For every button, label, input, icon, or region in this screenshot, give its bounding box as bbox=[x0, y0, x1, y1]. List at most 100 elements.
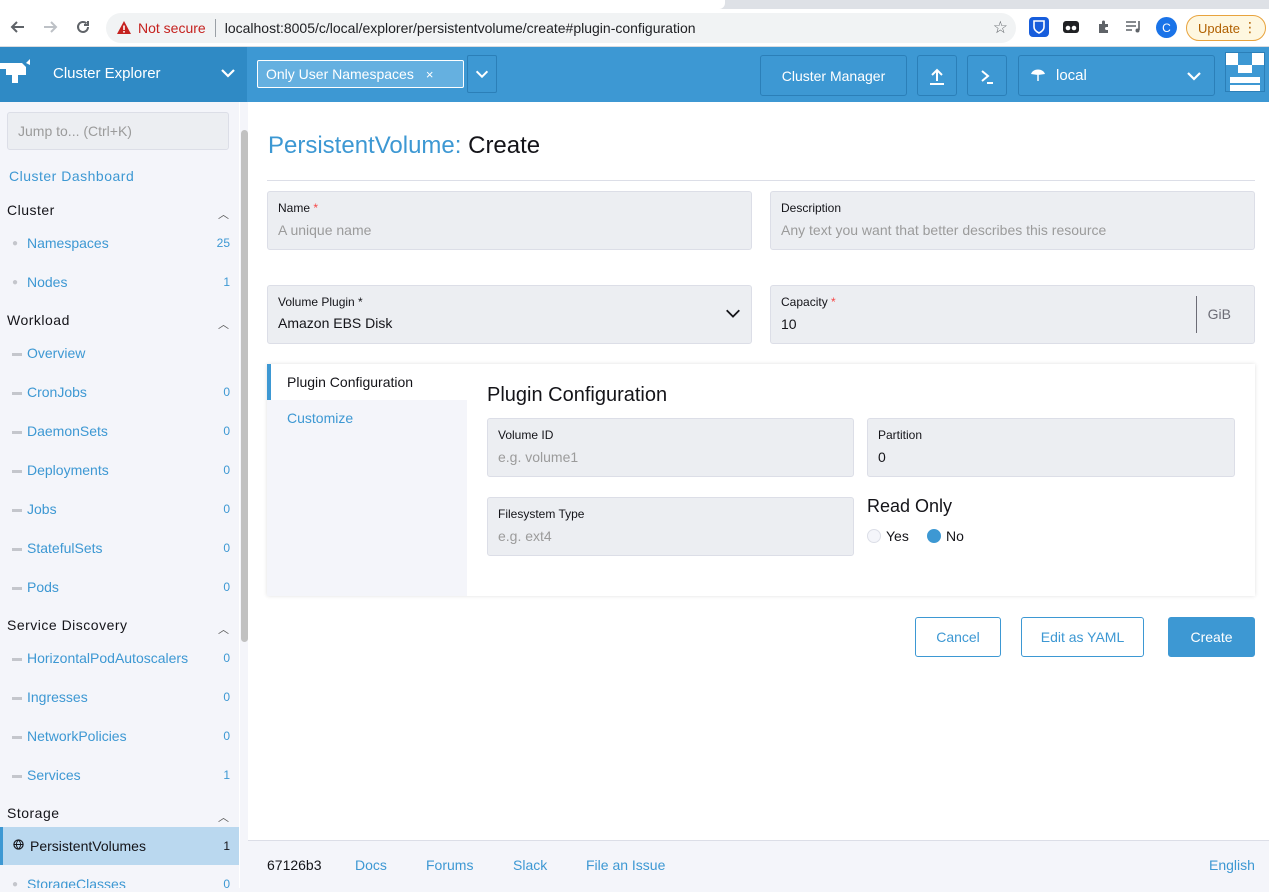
read-only-yes-radio[interactable]: Yes bbox=[867, 528, 909, 544]
sidebar-item-networkpolicies[interactable]: ▬ NetworkPolicies 0 bbox=[0, 724, 239, 748]
glasses-extension-icon[interactable] bbox=[1061, 17, 1081, 37]
folder-icon: ▬ bbox=[12, 581, 22, 593]
sidebar-item-overview[interactable]: ▬ Overview bbox=[0, 341, 239, 365]
page-title-resource-type[interactable]: PersistentVolume: bbox=[268, 132, 461, 159]
sidebar-item-cluster-dashboard[interactable]: Cluster Dashboard bbox=[9, 168, 134, 184]
create-button[interactable]: Create bbox=[1168, 617, 1255, 657]
sidebar-item-statefulsets[interactable]: ▬ StatefulSets 0 bbox=[0, 536, 239, 560]
forward-icon[interactable] bbox=[38, 15, 62, 39]
chevron-down-icon bbox=[475, 70, 489, 79]
sidebar-item-nodes[interactable]: ● Nodes 1 bbox=[0, 270, 239, 294]
sidebar-item-namespaces[interactable]: ● Namespaces 25 bbox=[0, 231, 239, 255]
product-switcher[interactable]: Cluster Explorer bbox=[0, 47, 247, 102]
folder-icon: ▬ bbox=[12, 691, 22, 703]
scrollbar-thumb[interactable] bbox=[241, 130, 248, 642]
tab-plugin-configuration[interactable]: Plugin Configuration bbox=[267, 364, 467, 400]
terminal-icon bbox=[981, 69, 993, 84]
sidebar-item-pods[interactable]: ▬ Pods 0 bbox=[0, 575, 239, 599]
main-content: PersistentVolume: Create Name * A unique… bbox=[248, 102, 1269, 840]
reload-icon[interactable] bbox=[71, 15, 95, 39]
sidebar-item-daemonsets[interactable]: ▬ DaemonSets 0 bbox=[0, 419, 239, 443]
address-bar[interactable]: Not secure localhost:8005/c/local/explor… bbox=[106, 13, 1016, 43]
browser-active-tab[interactable] bbox=[0, 0, 725, 9]
slack-link[interactable]: Slack bbox=[513, 857, 547, 873]
namespace-dropdown-button[interactable] bbox=[467, 55, 497, 93]
chevron-up-icon[interactable]: ︿ bbox=[218, 621, 229, 637]
folder-icon: ▬ bbox=[12, 542, 22, 554]
read-only-no-radio[interactable]: No bbox=[927, 528, 964, 544]
field-label-text: Name bbox=[278, 201, 311, 215]
sidebar-item-horizontalpodautoscalers[interactable]: ▬ HorizontalPodAutoscalers 0 bbox=[0, 646, 239, 670]
tab-list: Plugin Configuration Customize bbox=[267, 364, 467, 596]
capacity-unit: GiB bbox=[1207, 306, 1231, 322]
identicon-icon bbox=[1226, 53, 1264, 91]
sidebar-item-label: StatefulSets bbox=[27, 540, 103, 556]
sidebar-item-persistentvolumes[interactable]: PersistentVolumes 1 bbox=[0, 827, 239, 865]
nav-group-service-discovery[interactable]: Service Discovery bbox=[7, 617, 128, 633]
sidebar-item-deployments[interactable]: ▬ Deployments 0 bbox=[0, 458, 239, 482]
footer: 67126b3 Docs Forums Slack File an Issue … bbox=[248, 840, 1269, 888]
folder-icon: ▬ bbox=[12, 730, 22, 742]
browser-update-button[interactable]: Update ⋮ bbox=[1186, 15, 1266, 41]
chevron-down-icon bbox=[1187, 72, 1201, 81]
nav-group-storage[interactable]: Storage bbox=[7, 805, 60, 821]
sidebar-scrollbar[interactable] bbox=[240, 102, 248, 892]
bookmark-star-icon[interactable]: ☆ bbox=[993, 18, 1008, 38]
forums-link[interactable]: Forums bbox=[426, 857, 473, 873]
nav-group-cluster[interactable]: Cluster bbox=[7, 202, 55, 218]
user-avatar[interactable] bbox=[1225, 52, 1265, 92]
sidebar-item-count: 0 bbox=[223, 541, 230, 555]
volume-id-field[interactable]: Volume ID e.g. volume1 bbox=[487, 418, 854, 477]
sidebar-item-label: HorizontalPodAutoscalers bbox=[27, 650, 189, 666]
cluster-selector[interactable]: local bbox=[1018, 55, 1215, 96]
volume-id-placeholder[interactable]: e.g. volume1 bbox=[498, 449, 578, 465]
capacity-field[interactable]: Capacity * 10 GiB bbox=[770, 285, 1255, 344]
import-yaml-button[interactable] bbox=[917, 55, 957, 96]
sidebar-item-jobs[interactable]: ▬ Jobs 0 bbox=[0, 497, 239, 521]
file-an-issue-link[interactable]: File an Issue bbox=[586, 857, 665, 873]
sidebar-item-services[interactable]: ▬ Services 1 bbox=[0, 763, 239, 787]
name-input-placeholder[interactable]: A unique name bbox=[278, 222, 371, 238]
namespace-remove-icon[interactable]: × bbox=[426, 67, 434, 82]
description-input-placeholder[interactable]: Any text you want that better describes … bbox=[781, 222, 1106, 238]
cancel-button[interactable]: Cancel bbox=[915, 617, 1001, 657]
language-selector[interactable]: English bbox=[1209, 857, 1255, 873]
not-secure-label[interactable]: Not secure bbox=[138, 20, 206, 36]
sidebar-item-cronjobs[interactable]: ▬ CronJobs 0 bbox=[0, 380, 239, 404]
tab-customize[interactable]: Customize bbox=[267, 400, 467, 436]
chevron-up-icon[interactable]: ︿ bbox=[218, 809, 229, 825]
partition-field[interactable]: Partition 0 bbox=[867, 418, 1235, 477]
url-text[interactable]: localhost:8005/c/local/explorer/persiste… bbox=[225, 20, 696, 36]
app-header: Cluster Explorer Only User Namespaces × … bbox=[0, 47, 1269, 102]
cluster-manager-button[interactable]: Cluster Manager bbox=[760, 55, 907, 96]
folder-icon: ▬ bbox=[12, 386, 22, 398]
extensions-puzzle-icon[interactable] bbox=[1094, 17, 1114, 37]
tabbed-config-panel: Plugin Configuration Customize Plugin Co… bbox=[267, 364, 1255, 596]
edit-as-yaml-button[interactable]: Edit as YAML bbox=[1021, 617, 1144, 657]
chevron-up-icon[interactable]: ︿ bbox=[218, 316, 229, 332]
back-icon[interactable] bbox=[6, 15, 30, 39]
sidebar-item-count: 25 bbox=[216, 236, 230, 250]
partition-input-value[interactable]: 0 bbox=[878, 449, 886, 465]
description-field[interactable]: Description Any text you want that bette… bbox=[770, 191, 1255, 250]
docs-link[interactable]: Docs bbox=[355, 857, 387, 873]
nav-group-workload[interactable]: Workload bbox=[7, 312, 70, 328]
sidebar-item-ingresses[interactable]: ▬ Ingresses 0 bbox=[0, 685, 239, 709]
sidebar-item-label: Nodes bbox=[27, 274, 68, 290]
filesystem-type-field[interactable]: Filesystem Type e.g. ext4 bbox=[487, 497, 854, 556]
filesystem-type-placeholder[interactable]: e.g. ext4 bbox=[498, 528, 552, 544]
sidebar-item-label: Overview bbox=[27, 345, 86, 361]
kubectl-shell-button[interactable] bbox=[967, 55, 1007, 96]
media-control-icon[interactable] bbox=[1124, 17, 1144, 37]
sidebar-item-label: CronJobs bbox=[27, 384, 87, 400]
name-field[interactable]: Name * A unique name bbox=[267, 191, 752, 250]
sidebar-item-count: 0 bbox=[223, 580, 230, 594]
bitwarden-extension-icon[interactable] bbox=[1029, 17, 1049, 37]
capacity-input-value[interactable]: 10 bbox=[781, 316, 797, 332]
jump-to-search-input[interactable]: Jump to... (Ctrl+K) bbox=[7, 112, 229, 150]
volume-plugin-select[interactable]: Volume Plugin * Amazon EBS Disk bbox=[267, 285, 752, 344]
profile-avatar[interactable]: C bbox=[1156, 17, 1177, 38]
field-label: Volume ID bbox=[498, 428, 554, 442]
chevron-up-icon[interactable]: ︿ bbox=[218, 206, 229, 222]
namespace-filter[interactable]: Only User Namespaces × bbox=[257, 60, 464, 88]
